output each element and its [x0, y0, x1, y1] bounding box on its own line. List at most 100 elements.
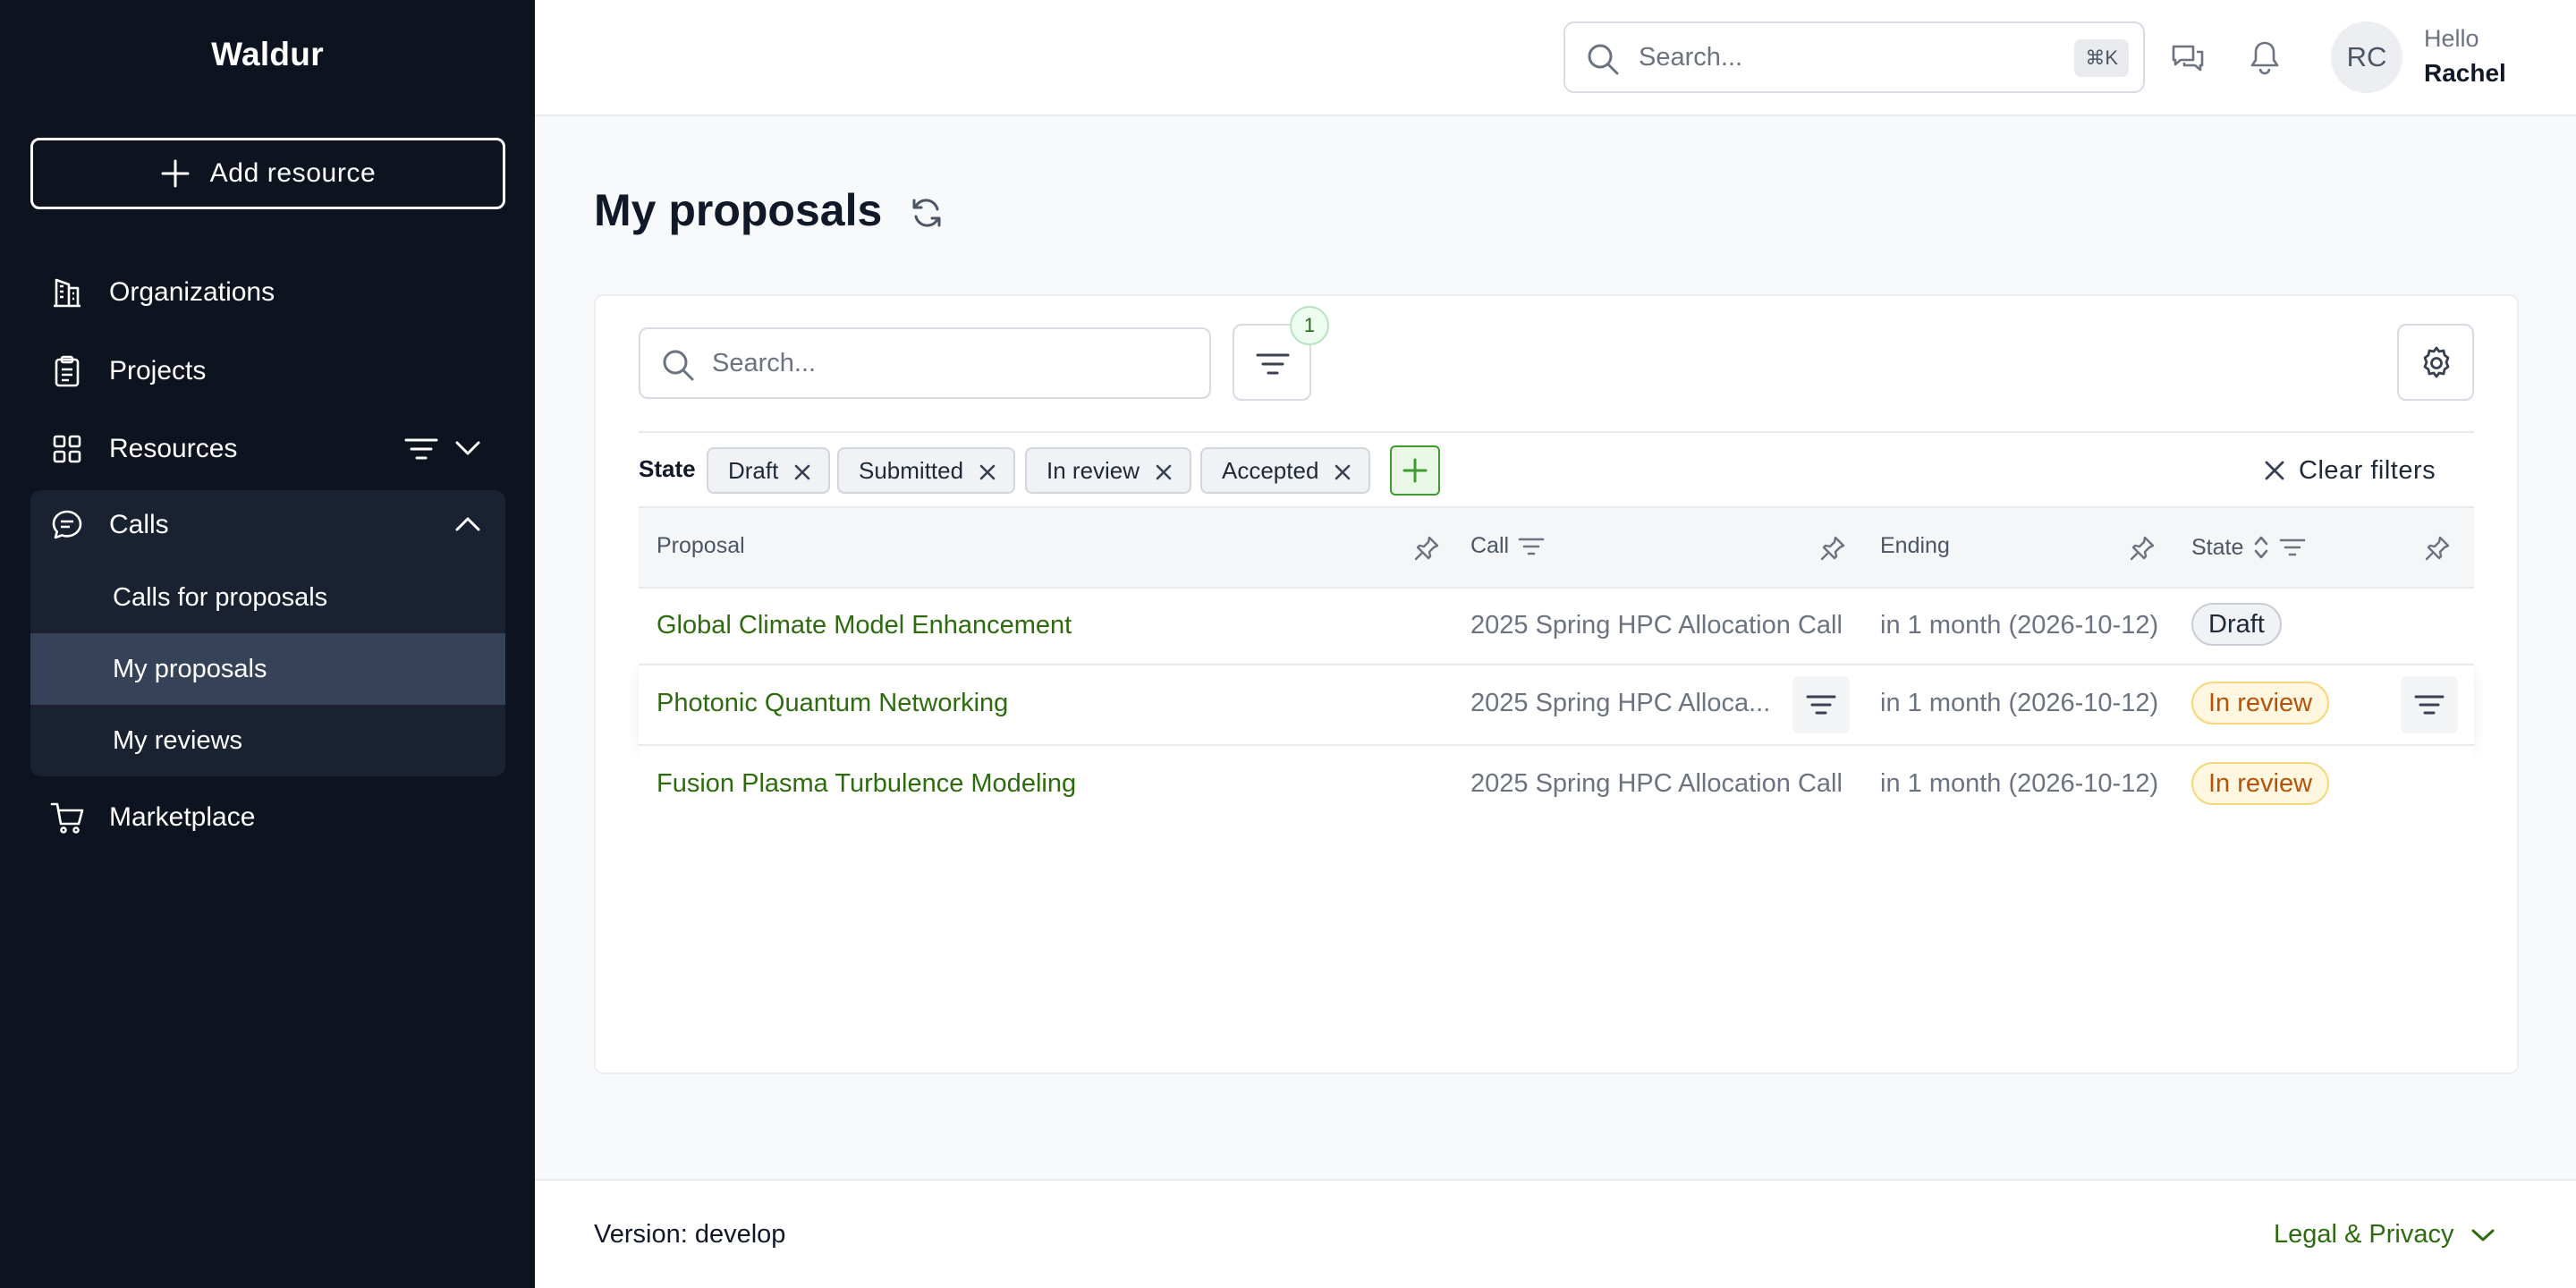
- add-resource-button[interactable]: Add resource: [30, 138, 505, 209]
- legal-privacy-dropdown[interactable]: Legal & Privacy: [2274, 1220, 2496, 1250]
- status-badge: In review: [2191, 682, 2330, 724]
- sort-icon[interactable]: [2252, 533, 2270, 562]
- close-icon[interactable]: [978, 462, 997, 482]
- grid-icon: [50, 432, 84, 466]
- chevron-up-icon[interactable]: [454, 515, 481, 533]
- chat-bubble-icon: [50, 508, 84, 542]
- footer: [535, 1179, 2576, 1288]
- legal-label: Legal & Privacy: [2274, 1220, 2454, 1249]
- column-header-call[interactable]: Call: [1470, 533, 1545, 559]
- sidebar-subitem-calls-for-proposals[interactable]: Calls for proposals: [30, 562, 505, 633]
- status-badge: Draft: [2191, 603, 2282, 646]
- chevron-down-icon[interactable]: [454, 439, 481, 457]
- chip-label: Accepted: [1222, 456, 1319, 484]
- close-icon: [2263, 459, 2286, 482]
- clear-filters-button[interactable]: Clear filters: [2263, 451, 2436, 490]
- plus-icon: [1402, 458, 1428, 483]
- close-icon[interactable]: [1154, 462, 1174, 482]
- sidebar-subitem-my-reviews[interactable]: My reviews: [30, 705, 505, 776]
- cell-filter-button[interactable]: [2401, 676, 2458, 733]
- column-header-state[interactable]: State: [2191, 533, 2306, 562]
- proposal-link[interactable]: Fusion Plasma Turbulence Modeling: [657, 769, 1076, 799]
- sidebar-item-label: Marketplace: [109, 802, 256, 832]
- refresh-icon[interactable]: [909, 195, 945, 231]
- ending-cell: in 1 month (2026-10-12): [1880, 611, 2159, 640]
- search-placeholder: Search...: [712, 349, 817, 377]
- sidebar-item-marketplace[interactable]: Marketplace: [30, 781, 505, 854]
- sidebar-item-label: Calls: [109, 510, 169, 539]
- filter-chip-draft[interactable]: Draft: [707, 447, 831, 494]
- building-icon: [50, 275, 84, 309]
- shortcut-hint: ⌘K: [2074, 39, 2129, 77]
- ending-cell: in 1 month (2026-10-12): [1880, 689, 2159, 717]
- sidebar-item-calls[interactable]: Calls: [30, 488, 505, 562]
- chevron-down-icon: [2470, 1227, 2496, 1243]
- filter-icon: [1806, 694, 1836, 716]
- sidebar: Waldur Add resource Organizations Projec…: [0, 0, 535, 1288]
- pin-icon[interactable]: [1819, 535, 1846, 562]
- gear-icon: [2419, 345, 2454, 381]
- chip-label: Draft: [728, 456, 779, 484]
- filter-chip-submitted[interactable]: Submitted: [837, 447, 1016, 494]
- table-row[interactable]: Fusion Plasma Turbulence Modeling 2025 S…: [639, 746, 2474, 825]
- filter-icon[interactable]: [2279, 538, 2306, 557]
- chip-label: In review: [1046, 456, 1140, 484]
- filter-icon[interactable]: [404, 437, 438, 461]
- sidebar-item-projects[interactable]: Projects: [30, 335, 505, 408]
- avatar[interactable]: RC: [2331, 21, 2402, 93]
- sidebar-item-resources[interactable]: Resources: [30, 412, 505, 486]
- status-badge: In review: [2191, 762, 2330, 805]
- chip-label: Submitted: [859, 456, 964, 484]
- cart-icon: [50, 801, 86, 835]
- add-filter-button[interactable]: [1390, 445, 1440, 496]
- chat-icon[interactable]: [2170, 41, 2206, 75]
- filter-chip-accepted[interactable]: Accepted: [1200, 447, 1371, 494]
- column-label: Call: [1470, 533, 1510, 558]
- close-icon[interactable]: [792, 462, 812, 482]
- plus-icon: [160, 158, 191, 189]
- table-settings-button[interactable]: [2397, 324, 2474, 401]
- clear-filters-label: Clear filters: [2299, 455, 2436, 485]
- sidebar-item-label: Resources: [109, 434, 238, 463]
- filter-chip-in-review[interactable]: In review: [1025, 447, 1192, 494]
- page-title: My proposals: [594, 185, 883, 235]
- column-header-proposal[interactable]: Proposal: [657, 533, 745, 559]
- column-label: State: [2191, 534, 2244, 560]
- pin-icon[interactable]: [2129, 535, 2156, 562]
- filter-icon: [1256, 352, 1290, 376]
- global-search-input[interactable]: Search... ⌘K: [1563, 21, 2145, 93]
- pin-icon[interactable]: [1413, 535, 1440, 562]
- search-icon: [660, 347, 696, 383]
- brand-logo[interactable]: Waldur: [0, 36, 535, 73]
- table-header: Proposal Call Ending State: [639, 506, 2474, 589]
- sidebar-subitem-my-proposals[interactable]: My proposals: [30, 633, 505, 705]
- call-cell: 2025 Spring HPC Allocation Call: [1470, 611, 1843, 640]
- pin-icon[interactable]: [2424, 535, 2451, 562]
- call-cell: 2025 Spring HPC Alloca...: [1470, 689, 1771, 717]
- sidebar-item-organizations[interactable]: Organizations: [30, 256, 505, 329]
- search-icon: [1585, 41, 1621, 77]
- filter-icon[interactable]: [1518, 537, 1545, 556]
- clipboard-icon: [50, 354, 84, 388]
- version-text: Version: develop: [594, 1220, 786, 1249]
- bell-icon[interactable]: [2249, 39, 2281, 75]
- sidebar-item-label: Organizations: [109, 277, 275, 307]
- table-search-input[interactable]: Search...: [639, 327, 1211, 399]
- table-row[interactable]: Photonic Quantum Networking 2025 Spring …: [639, 664, 2474, 746]
- column-header-ending[interactable]: Ending: [1880, 533, 1950, 559]
- table-row[interactable]: Global Climate Model Enhancement 2025 Sp…: [639, 589, 2474, 667]
- proposal-link[interactable]: Global Climate Model Enhancement: [657, 611, 1072, 640]
- filter-count-badge: 1: [1290, 306, 1329, 345]
- state-filter-label: State: [639, 455, 696, 482]
- close-icon[interactable]: [1333, 462, 1352, 482]
- divider: [639, 431, 2474, 433]
- call-cell: 2025 Spring HPC Allocation Call: [1470, 769, 1843, 798]
- proposal-link[interactable]: Photonic Quantum Networking: [657, 689, 1008, 718]
- user-name[interactable]: Rachel: [2424, 59, 2506, 88]
- cell-filter-button[interactable]: [1792, 676, 1850, 733]
- add-resource-label: Add resource: [209, 158, 377, 188]
- sidebar-item-label: Projects: [109, 356, 207, 386]
- greeting-text: Hello: [2424, 25, 2479, 52]
- search-placeholder: Search...: [1639, 42, 1743, 72]
- column-label: Proposal: [657, 533, 745, 558]
